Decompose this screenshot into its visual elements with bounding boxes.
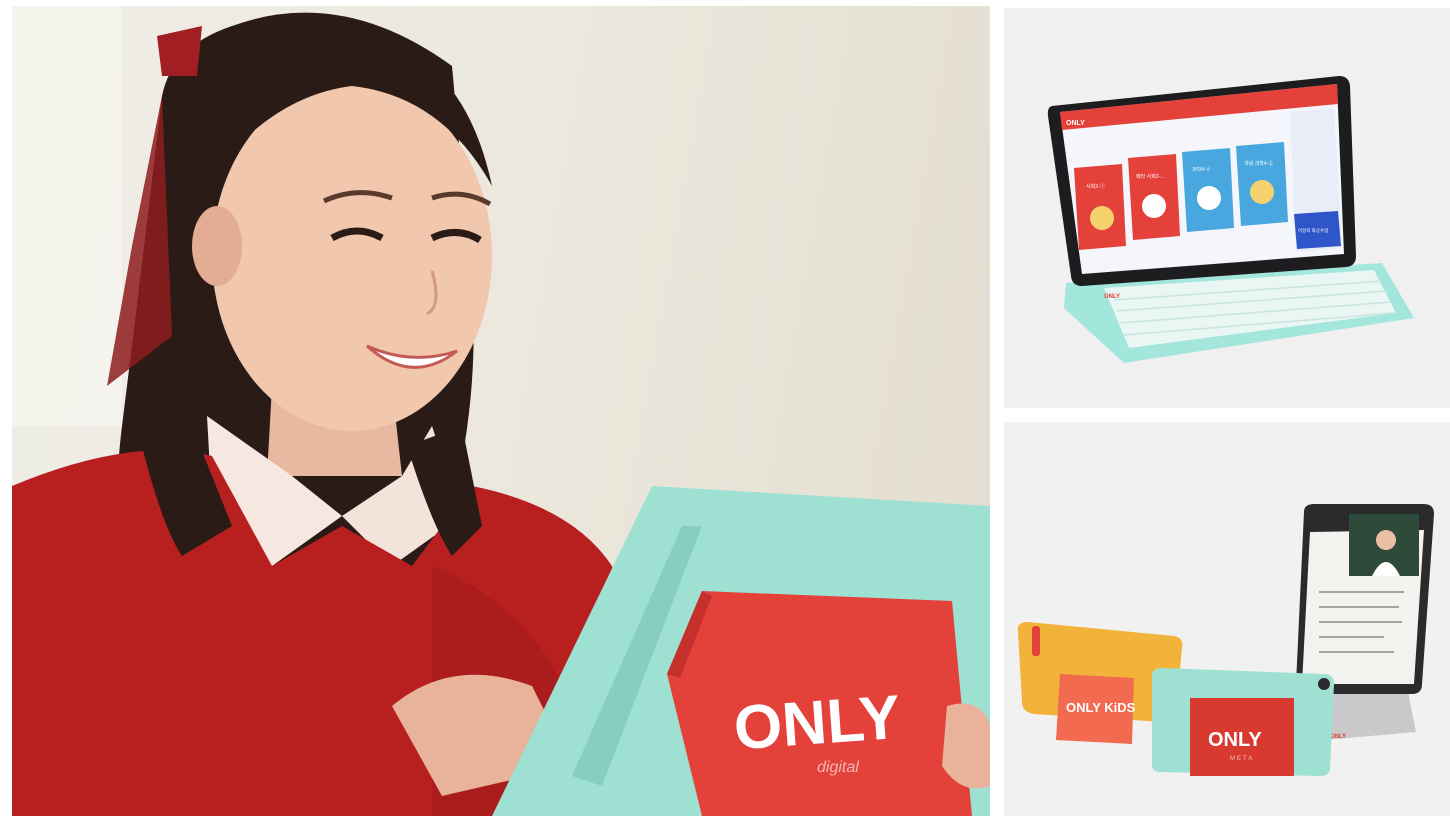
- photo-girl-with-tablet: ONLY digital: [12, 6, 990, 816]
- screen-card-2: 메타 사회2-...: [1136, 173, 1164, 180]
- kids-logo: ONLY KiDS: [1066, 700, 1136, 715]
- tablet-keyboard-illustration: ONLY ONLY 사회2-① 메타 사회2-... 과학4-④ 개념 과학4-…: [1047, 76, 1414, 363]
- hair-ribbon: [157, 26, 202, 76]
- photo-product-lineup: ONLY ONLY KiDS ONLY META: [1004, 422, 1450, 816]
- product-lineup-illustration: ONLY ONLY KiDS ONLY META: [1017, 504, 1434, 776]
- tablet-logo: ONLY: [732, 683, 903, 763]
- screen-logo: ONLY: [1066, 120, 1085, 127]
- screen-card-4: 개념 과학4-②: [1244, 160, 1273, 167]
- screen-card-3: 과학4-④: [1192, 166, 1211, 173]
- photo-tablet-with-keyboard: ONLY ONLY 사회2-① 메타 사회2-... 과학4-④ 개념 과학4-…: [1004, 8, 1450, 408]
- meta-logo: ONLY: [1208, 729, 1262, 751]
- meta-sublogo: META: [1230, 756, 1254, 762]
- kids-stylus: [1032, 626, 1040, 656]
- screen-card-1: 사회2-①: [1086, 183, 1105, 190]
- keyboard-logo: ONLY: [1104, 294, 1120, 300]
- face: [212, 81, 492, 431]
- screen-banner-text: 이달의 화상수업: [1298, 227, 1328, 234]
- stand-logo: ONLY: [1330, 734, 1346, 740]
- tablet-sublogo: digital: [817, 759, 859, 776]
- photo-girl-illustration: ONLY digital: [12, 6, 990, 816]
